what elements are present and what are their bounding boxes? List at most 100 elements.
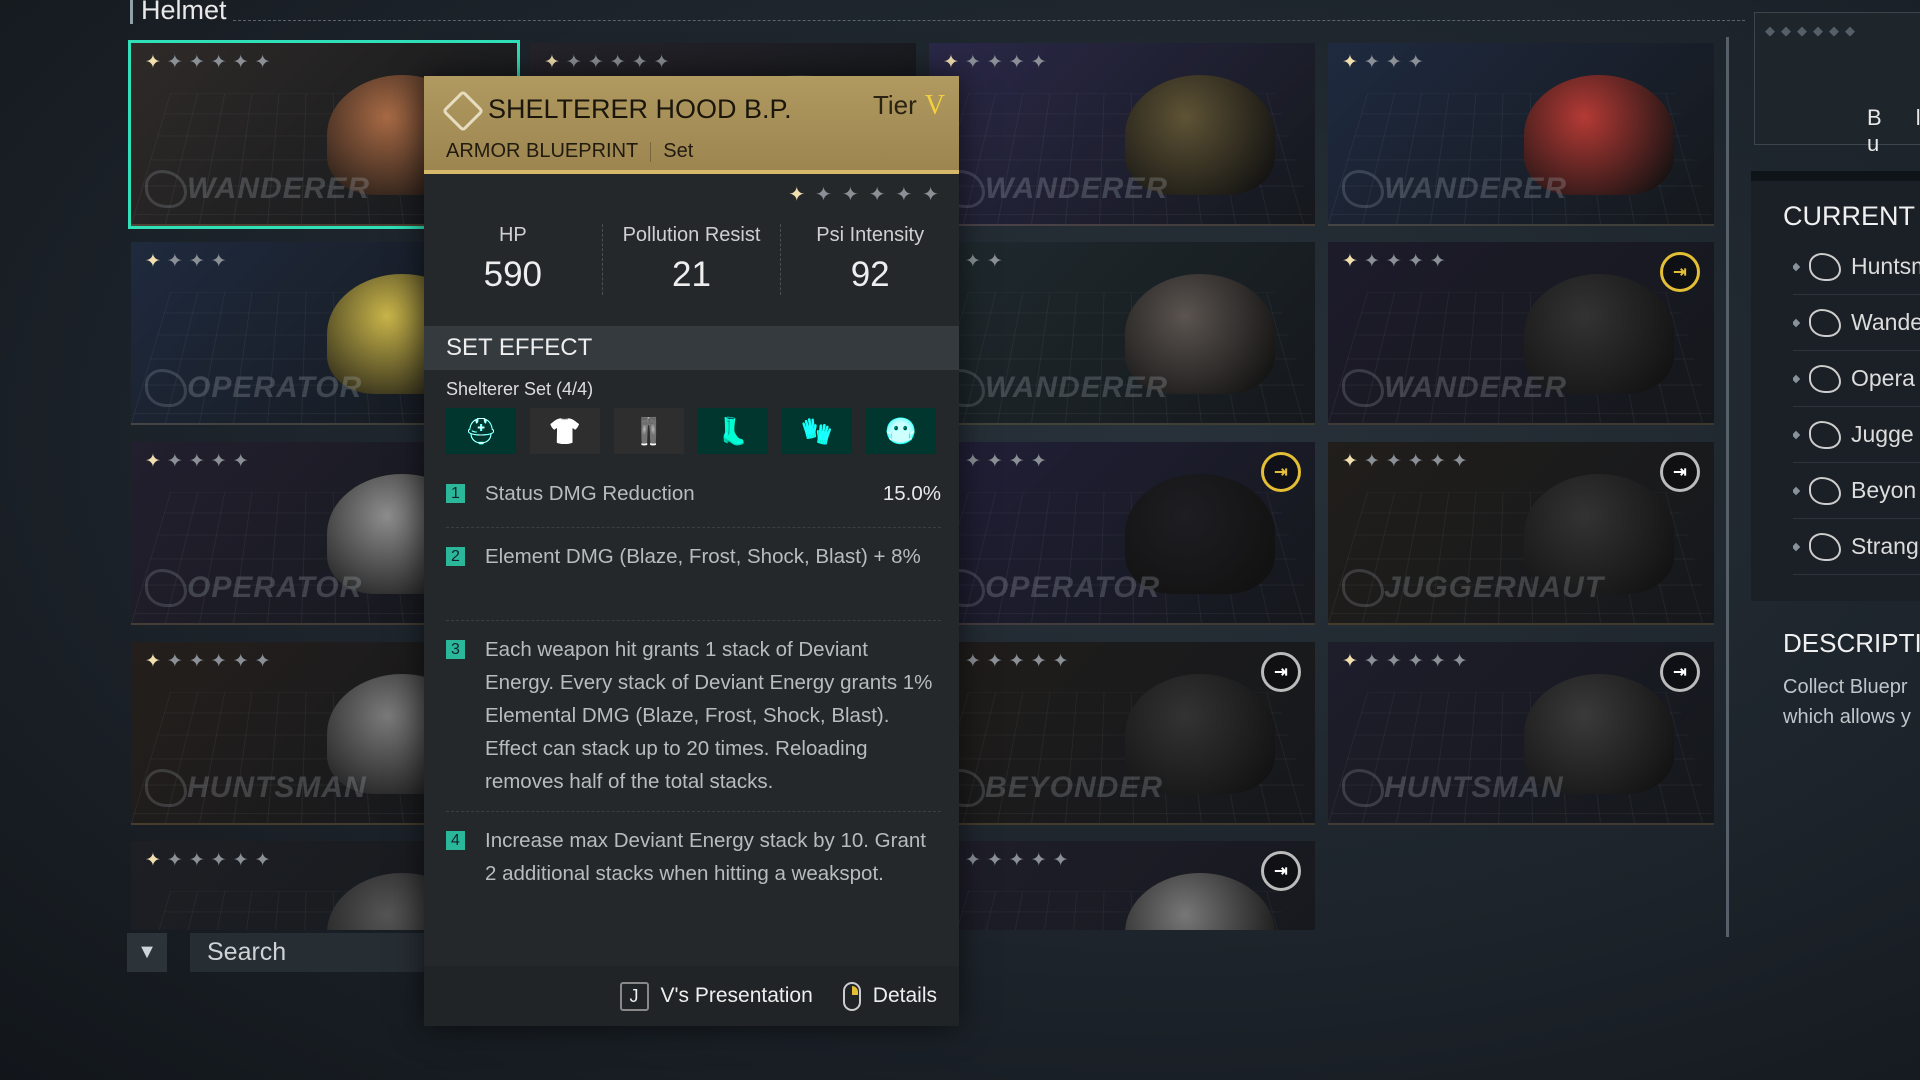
star-icon: ✦	[653, 52, 670, 73]
faction-logo-icon	[1809, 252, 1841, 281]
divider	[233, 20, 1745, 21]
key-j-icon: J	[619, 981, 649, 1011]
preview-box: ◆◆◆◆◆◆ B l u	[1754, 12, 1920, 156]
filter-button[interactable]: ▼	[127, 933, 167, 972]
star-icon: ✦	[232, 651, 249, 672]
item-subtitle: ARMOR BLUEPRINT Set	[446, 140, 693, 163]
star-icon: ✦	[788, 184, 806, 206]
preview-text: B l u	[1867, 105, 1920, 156]
star-icon: ✦	[1385, 251, 1402, 272]
transfer-badge-icon[interactable]: ⇥	[1660, 252, 1700, 292]
faction-label: WANDERER	[1384, 371, 1568, 404]
effect-number: 3	[446, 640, 465, 659]
blueprint-card[interactable]: WANDERER✦✦✦	[929, 242, 1315, 425]
blueprint-card[interactable]: OPERATOR✦✦✦✦✦⇥	[929, 442, 1315, 625]
star-icon: ✦	[964, 451, 981, 472]
set-list-label: Jugge	[1851, 421, 1914, 447]
star-icon: ✦	[943, 52, 959, 73]
star-icon: ✦	[254, 651, 271, 672]
bullet-icon	[1793, 542, 1801, 551]
blueprint-card[interactable]: JUGGERNAUT ✦ ✦ ✦ ✦ ✦ ✦ ⇥	[1328, 442, 1714, 625]
set-list-item[interactable]: Wande	[1793, 295, 1920, 351]
set-list-item[interactable]: Huntsm	[1793, 239, 1920, 295]
bullet-icon	[1793, 430, 1801, 439]
star-icon: ✦	[1429, 451, 1446, 472]
star-icon: ✦	[986, 850, 1003, 871]
star-icon: ✦	[631, 52, 648, 73]
star-icon: ✦	[1385, 451, 1402, 472]
transfer-badge-icon[interactable]: ⇥	[1660, 652, 1700, 692]
transfer-badge-icon[interactable]: ⇥	[1261, 452, 1301, 492]
helmet-image	[1125, 873, 1275, 930]
star-icon: ✦	[964, 52, 981, 73]
set-list-item[interactable]: Strang	[1793, 519, 1920, 575]
set-piece-helmet-icon: ⛑	[446, 408, 516, 454]
bullet-icon	[1793, 262, 1801, 271]
set-pieces: ⛑ 👕 👖 👢 🧤 😷	[446, 408, 936, 454]
faction-logo-icon	[1809, 476, 1841, 505]
star-icon: ✦	[1451, 651, 1468, 672]
description-text: Collect Bluepr which allows y	[1783, 672, 1911, 732]
star-rating: ✦ ✦ ✦ ✦	[1342, 51, 1424, 74]
transfer-badge-icon[interactable]: ⇥	[1261, 652, 1301, 692]
star-rating: ✦✦✦✦✦✦	[943, 650, 1069, 673]
scrollbar[interactable]	[1726, 37, 1729, 937]
set-piece-pants-icon: 👖	[614, 408, 684, 454]
set-list-item[interactable]: Opera	[1793, 351, 1920, 407]
set-list-item[interactable]: Beyon	[1793, 463, 1920, 519]
search-input[interactable]: Search	[190, 933, 424, 972]
star-rating: ✦✦✦✦✦	[1342, 250, 1446, 273]
star-rating: ✦✦✦✦✦✦	[1342, 650, 1468, 673]
faction-label: WANDERER	[985, 172, 1169, 205]
blueprint-card[interactable]: ✦✦✦✦✦✦ ⇥	[929, 841, 1315, 930]
star-icon: ✦	[986, 52, 1003, 73]
divider	[446, 620, 941, 621]
star-rating: ✦✦✦✦✦✦	[145, 650, 271, 673]
stat-label: HP	[498, 224, 527, 246]
blueprint-card[interactable]: BEYONDER ✦✦✦✦✦✦ ⇥	[929, 642, 1315, 825]
set-list-item[interactable]: Jugge	[1793, 407, 1920, 463]
star-icon: ✦	[166, 451, 183, 472]
star-icon: ✦	[188, 52, 205, 73]
details-button[interactable]: Details	[873, 984, 937, 1008]
star-icon: ✦	[166, 651, 183, 672]
stat-pollution-resist: Pollution Resist 21	[603, 224, 782, 295]
star-icon: ✦	[868, 184, 886, 206]
blueprint-card[interactable]: WANDERER ✦ ✦ ✦ ✦ ✦ ⇥	[1328, 242, 1714, 425]
star-icon: ✦	[841, 184, 859, 206]
set-piece-boots-icon: 👢	[698, 408, 768, 454]
faction-label: JUGGERNAUT	[1384, 571, 1605, 604]
set-list-label: Huntsm	[1851, 253, 1920, 279]
faction-logo-icon	[1809, 420, 1841, 449]
tooltip-header: SHELTERER HOOD B.P. Tier V ARMOR BLUEPRIN…	[424, 76, 959, 174]
star-icon: ✦	[1385, 52, 1402, 73]
info-panel: CURRENT Huntsm Wande Opera Jugge Beyon Strang	[1751, 171, 1920, 601]
set-effect-header: SET EFFECT	[424, 326, 959, 370]
blueprint-card[interactable]: HUNTSMAN ✦ ✦ ✦ ✦ ✦ ✦ ⇥	[1328, 642, 1714, 825]
star-icon: ✦	[1052, 850, 1069, 871]
description-line: Collect Bluepr	[1783, 676, 1908, 698]
faction-label: WANDERER	[187, 172, 371, 205]
blueprint-card[interactable]: WANDERER ✦ ✦ ✦ ✦	[1328, 43, 1714, 226]
star-rating: ✦✦✦✦✦✦	[943, 849, 1069, 872]
star-icon: ✦	[895, 184, 913, 206]
faction-logo-icon	[1809, 308, 1841, 337]
effect-value: 15.0%	[882, 482, 941, 505]
bullet-icon	[1793, 486, 1801, 495]
blueprint-screen: Helmet WANDERER ✦ ✦ ✦ ✦ ✦ ✦ OPERATOR ✦ ✦ ✦ ✦ OPERATO…	[0, 0, 1920, 1080]
star-icon: ✦	[1008, 52, 1025, 73]
transfer-badge-icon[interactable]: ⇥	[1660, 452, 1700, 492]
star-icon: ✦	[145, 52, 161, 73]
presentation-button[interactable]: V's Presentation	[661, 984, 813, 1008]
set-list-label: Wande	[1851, 309, 1920, 335]
star-rating: ✦✦✦✦✦✦	[1342, 450, 1468, 473]
transfer-badge-icon[interactable]: ⇥	[1261, 851, 1301, 891]
star-icon: ✦	[1363, 651, 1380, 672]
faction-icons: ◆◆◆◆◆◆	[1765, 23, 1861, 38]
blueprint-card[interactable]: WANDERER ✦ ✦ ✦ ✦ ✦	[929, 43, 1315, 226]
star-icon: ✦	[1342, 52, 1358, 73]
set-list-label: Strang	[1851, 533, 1919, 559]
stat-value: 21	[672, 255, 711, 294]
bullet-icon	[1793, 374, 1801, 383]
star-icon: ✦	[254, 52, 271, 73]
